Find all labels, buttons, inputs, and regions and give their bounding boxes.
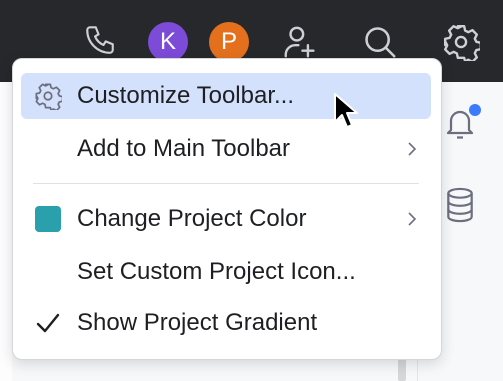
add-user-icon[interactable]: [280, 22, 320, 62]
avatar-k[interactable]: K: [148, 22, 188, 62]
menu-item-customize-toolbar[interactable]: Customize Toolbar...: [21, 73, 431, 119]
color-swatch-icon: [33, 205, 63, 233]
notification-dot: [467, 102, 483, 118]
menu-item-show-project-gradient[interactable]: Show Project Gradient: [21, 300, 431, 346]
search-icon[interactable]: [360, 22, 400, 62]
menu-separator: [33, 183, 419, 184]
menu-item-label: Change Project Color: [77, 205, 307, 232]
submenu-arrow-icon: [405, 138, 419, 160]
settings-gear-icon[interactable]: [440, 21, 482, 63]
editor-edge: [0, 82, 12, 381]
avatar-k-letter: K: [159, 28, 176, 55]
menu-item-label: Customize Toolbar...: [77, 82, 294, 109]
toolbar-context-menu: Customize Toolbar... Add to Main Toolbar…: [12, 58, 442, 360]
checkmark-icon: [33, 309, 63, 337]
menu-item-label: Show Project Gradient: [77, 309, 318, 336]
project-color-swatch: [35, 206, 61, 232]
notifications-bell-icon[interactable]: [440, 102, 483, 146]
menu-item-change-project-color[interactable]: Change Project Color: [21, 196, 431, 242]
avatar-p-letter: P: [220, 28, 237, 55]
menu-item-label: Add to Main Toolbar: [77, 135, 291, 162]
avatar-p[interactable]: P: [209, 22, 249, 62]
database-icon[interactable]: [440, 184, 480, 226]
mouse-cursor-icon: [333, 92, 359, 130]
menu-item-add-to-main-toolbar[interactable]: Add to Main Toolbar: [21, 126, 431, 172]
phone-icon[interactable]: [82, 22, 118, 58]
settings-gear-icon: [33, 82, 63, 110]
menu-item-set-custom-project-icon[interactable]: Set Custom Project Icon...: [21, 249, 431, 295]
submenu-arrow-icon: [405, 208, 419, 230]
menu-item-label: Set Custom Project Icon...: [77, 258, 356, 285]
